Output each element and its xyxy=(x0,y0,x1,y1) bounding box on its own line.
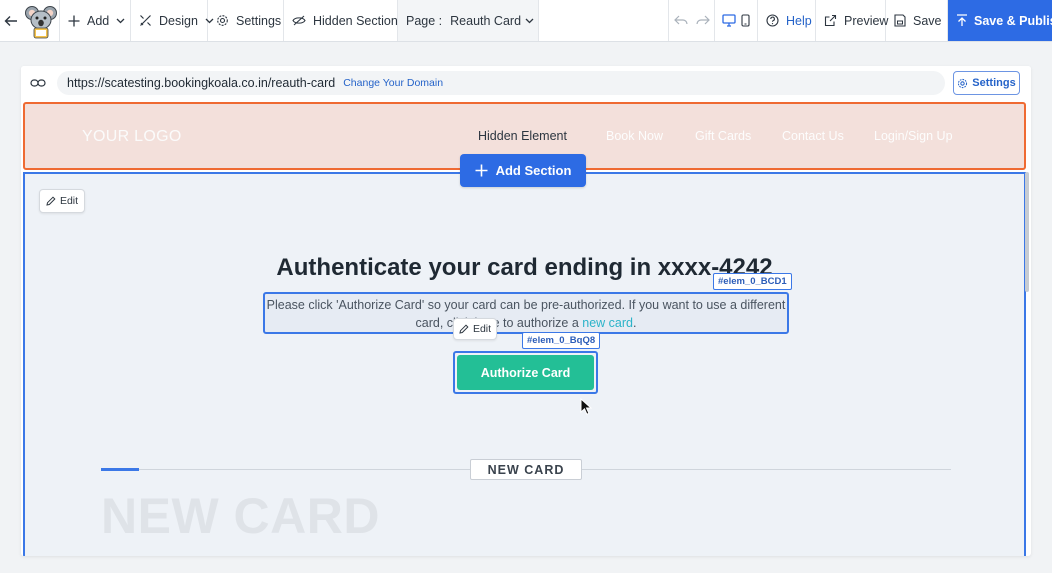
design-tools-icon xyxy=(140,15,151,26)
chevron-down-icon xyxy=(525,18,534,23)
gear-icon xyxy=(958,78,968,88)
eye-slash-icon xyxy=(292,15,306,26)
new-card-watermark: NEW CARD xyxy=(101,488,380,544)
undo-redo-group xyxy=(669,0,715,41)
device-toggle xyxy=(715,0,758,41)
page-name: Reauth Card xyxy=(450,13,522,28)
element-id-tag-button: #elem_0_BqQ8 xyxy=(522,332,601,349)
url-bar: https://scatesting.bookingkoala.co.in/re… xyxy=(21,66,1031,100)
add-label: Add xyxy=(87,13,110,28)
paragraph-period: . xyxy=(633,316,637,330)
desktop-icon[interactable] xyxy=(722,14,736,27)
plus-icon xyxy=(68,15,80,26)
authorize-card-button[interactable]: Authorize Card xyxy=(457,355,594,390)
back-button[interactable] xyxy=(0,0,22,41)
editor-toolbar: Add Design Settings Hidden Sections Page… xyxy=(0,0,1052,42)
add-section-button[interactable]: Add Section xyxy=(460,154,586,187)
save-icon xyxy=(894,14,906,27)
undo-icon[interactable] xyxy=(673,15,688,26)
authorize-button-wrapper: Authorize Card xyxy=(453,351,598,394)
nav-item-contact-us[interactable]: Contact Us xyxy=(782,129,844,143)
nav-item-login-signup[interactable]: Login/Sign Up xyxy=(874,129,953,143)
arrow-left-icon xyxy=(4,15,17,26)
new-card-link[interactable]: new card xyxy=(582,316,633,330)
edit-section-button[interactable]: Edit xyxy=(39,189,85,213)
upload-icon xyxy=(957,14,967,26)
save-publish-label: Save & Publish xyxy=(974,13,1052,28)
preview-scrollbar[interactable] xyxy=(1025,172,1029,292)
help-label: Help xyxy=(786,13,812,28)
gear-icon xyxy=(217,15,228,26)
save-label: Save xyxy=(913,13,942,28)
element-id-tag-paragraph: #elem_0_BCD1 xyxy=(713,273,792,290)
toolbar-spacer xyxy=(539,0,669,41)
external-link-icon xyxy=(824,14,837,27)
edit-label: Edit xyxy=(59,195,79,207)
hidden-sections-button[interactable]: Hidden Sections xyxy=(284,0,404,41)
preview-frame: https://scatesting.bookingkoala.co.in/re… xyxy=(21,66,1031,556)
settings-button[interactable]: Settings xyxy=(208,0,284,41)
page-selector[interactable]: Page : Reauth Card xyxy=(398,0,539,41)
settings-label: Settings xyxy=(236,13,282,28)
design-label: Design xyxy=(159,13,198,28)
mobile-icon[interactable] xyxy=(741,14,750,27)
plus-icon xyxy=(475,164,488,177)
add-section-label: Add Section xyxy=(495,163,572,178)
question-circle-icon xyxy=(766,14,779,27)
help-button[interactable]: Help xyxy=(758,0,816,41)
nav-item-hidden-element[interactable]: Hidden Element xyxy=(478,129,567,143)
paragraph-line-2: card, click here to authorize a new card… xyxy=(265,314,787,332)
pencil-icon xyxy=(459,324,469,334)
link-icon xyxy=(30,79,46,87)
nav-item-book-now[interactable]: Book Now xyxy=(606,129,663,143)
redo-icon[interactable] xyxy=(695,15,710,26)
preview-button[interactable]: Preview xyxy=(816,0,889,41)
edit-label-2: Edit xyxy=(472,323,492,335)
nav-item-gift-cards[interactable]: Gift Cards xyxy=(695,129,751,143)
frame-settings-button[interactable]: Settings xyxy=(953,71,1020,95)
site-logo[interactable]: YOUR LOGO xyxy=(82,128,182,146)
edit-element-button[interactable]: Edit xyxy=(453,318,497,340)
chevron-down-icon xyxy=(116,18,125,23)
new-card-heading[interactable]: NEW CARD xyxy=(470,459,582,480)
card-auth-section[interactable]: Edit Authenticate your card ending in xx… xyxy=(23,172,1026,556)
koala-logo[interactable] xyxy=(22,0,60,41)
koala-logo-icon xyxy=(24,5,57,38)
add-menu[interactable]: Add xyxy=(60,0,131,41)
design-menu[interactable]: Design xyxy=(131,0,214,41)
page-heading[interactable]: Authenticate your card ending in xxxx-42… xyxy=(25,254,1024,282)
link-icon-wrap xyxy=(21,79,55,87)
pencil-icon xyxy=(46,196,56,206)
url-text: https://scatesting.bookingkoala.co.in/re… xyxy=(67,76,336,90)
divider-accent xyxy=(101,468,139,471)
save-publish-button[interactable]: Save & Publish xyxy=(948,0,1052,41)
paragraph-line-1: Please click 'Authorize Card' so your ca… xyxy=(266,298,786,312)
change-domain-link[interactable]: Change Your Domain xyxy=(343,77,443,89)
page-prefix: Page : xyxy=(406,13,443,28)
url-field[interactable]: https://scatesting.bookingkoala.co.in/re… xyxy=(57,71,945,95)
save-button[interactable]: Save xyxy=(886,0,948,41)
frame-settings-label: Settings xyxy=(972,77,1016,89)
hidden-sections-label: Hidden Sections xyxy=(313,13,405,28)
mouse-cursor-icon xyxy=(580,398,592,415)
preview-label: Preview xyxy=(844,13,889,28)
paragraph-line-2-text: card, click here to authorize a xyxy=(415,316,579,330)
instruction-paragraph[interactable]: Please click 'Authorize Card' so your ca… xyxy=(263,292,789,334)
